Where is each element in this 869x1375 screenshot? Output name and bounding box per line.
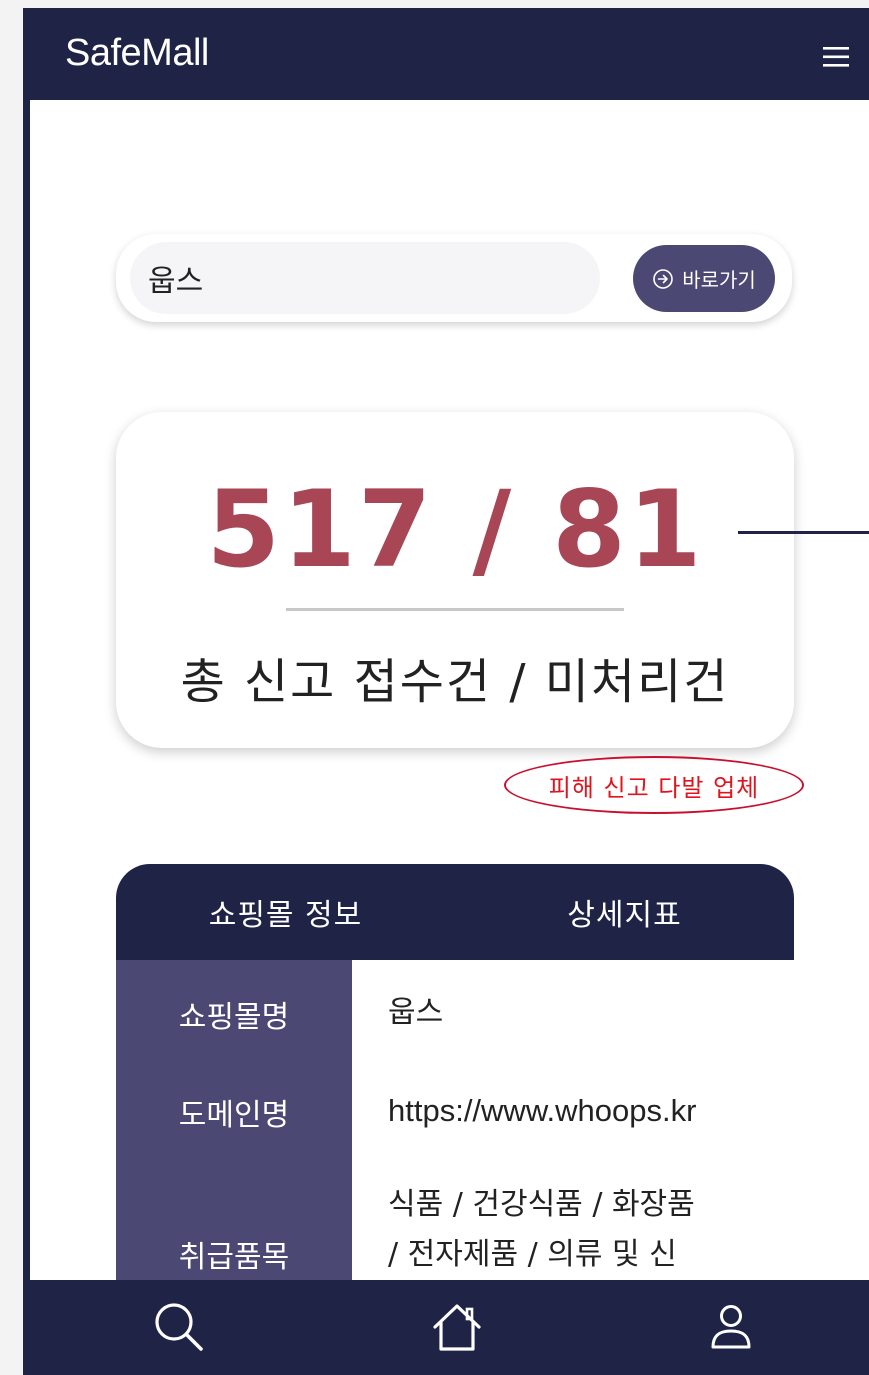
report-stats-card: 517 / 81 총 신고 접수건 / 미처리건 [116,412,794,748]
brand-logo[interactable]: SafeMall [65,32,209,75]
search-input[interactable] [130,242,600,314]
nav-profile-button[interactable] [698,1294,764,1360]
user-icon [711,1305,751,1349]
info-tabs: 쇼핑몰 정보 상세지표 [116,864,794,960]
value-domain[interactable]: https://www.whoops.kr [388,1086,778,1136]
value-mall-name: 웁스 [388,995,444,1030]
report-count-caption: 총 신고 접수건 / 미처리건 [180,654,730,710]
search-bar: 바로가기 [116,234,792,322]
go-button-label: 바로가기 [682,268,756,292]
warning-badge: 피해 신고 다발 업체 [504,756,804,814]
search-icon [155,1303,203,1351]
nav-home-button[interactable] [424,1294,490,1360]
hamburger-menu-icon [823,47,849,67]
value-product-category-line2: / 전자제품 / 의류 및 신 [388,1237,677,1272]
tab-detail-metrics[interactable]: 상세지표 [455,864,794,960]
value-product-category-line1: 식품 / 건강식품 / 화장품 [388,1187,695,1222]
connector-line [738,531,869,534]
home-icon [433,1304,481,1351]
nav-search-button[interactable] [146,1294,212,1360]
tab-mall-info[interactable]: 쇼핑몰 정보 [116,864,455,960]
label-domain: 도메인명 [178,1098,290,1133]
bottom-navigation [30,1280,869,1372]
go-button[interactable]: 바로가기 [633,245,775,312]
label-product-category: 취급품목 [178,1240,290,1275]
arrow-circle-right-icon [653,268,673,289]
report-count: 517 / 81 [206,468,704,591]
label-mall-name: 쇼핑몰명 [178,1000,290,1035]
app-screen: SafeMall 바로가기 517 / 81 총 신고 접수건 / 미처리건 피… [30,12,869,1372]
top-app-bar: SafeMall [30,12,869,100]
stats-divider [286,608,624,611]
menu-button[interactable] [810,34,862,80]
